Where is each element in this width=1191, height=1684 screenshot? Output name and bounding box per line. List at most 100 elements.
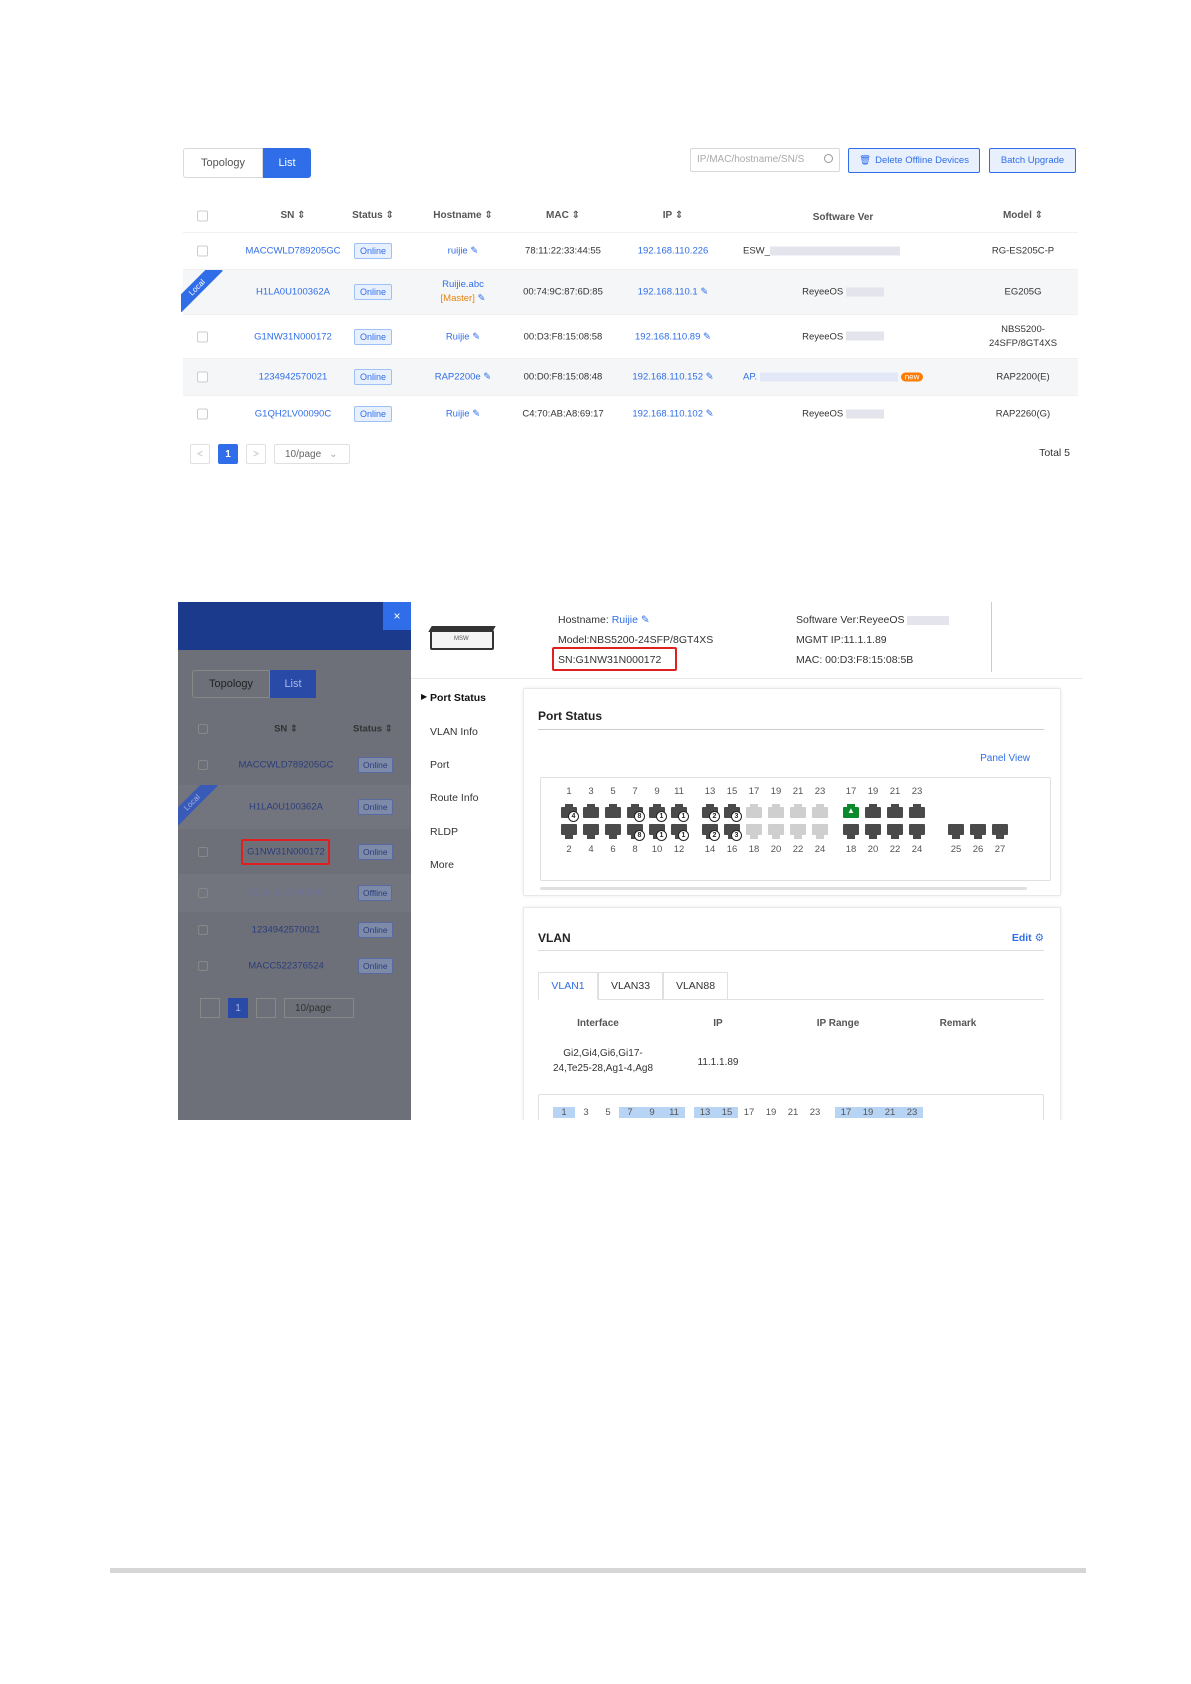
port-icon[interactable] [768, 804, 784, 818]
menu-more[interactable]: More [430, 859, 454, 871]
col-ip[interactable]: IP ⇕ [623, 210, 723, 221]
port-icon[interactable] [970, 824, 986, 839]
search-input[interactable]: IP/MAC/hostname/SN/S [690, 148, 840, 172]
vlan-port-number[interactable]: 3 [575, 1107, 597, 1118]
port-icon[interactable] [992, 824, 1008, 839]
hostname-link[interactable]: Ruijie ✎ [413, 409, 513, 420]
table-row[interactable]: MACC522376524 Online [178, 948, 411, 984]
ip-link[interactable]: 192.168.110.102 ✎ [623, 409, 723, 420]
select-all-checkbox[interactable] [197, 210, 208, 222]
vlan-port-number[interactable]: 17 [835, 1107, 857, 1118]
tab-vlan33[interactable]: VLAN33 [598, 972, 663, 1000]
port-icon[interactable] [812, 824, 828, 839]
menu-rldp[interactable]: RLDP [430, 826, 458, 838]
edit-icon[interactable]: ✎ [641, 614, 650, 626]
port-icon[interactable] [887, 824, 903, 839]
row-checkbox[interactable] [197, 371, 208, 383]
vlan-port-number[interactable]: 15 [716, 1107, 738, 1118]
port-icon[interactable]: ▲ [843, 804, 859, 818]
port-icon[interactable] [583, 824, 599, 839]
vlan-port-number[interactable]: 17 [738, 1107, 760, 1118]
ip-link[interactable]: 192.168.110.89 ✎ [623, 331, 723, 342]
ip-link[interactable]: 192.168.110.226 [623, 246, 723, 257]
vlan-port-number[interactable]: 23 [901, 1107, 923, 1118]
port-icon[interactable] [790, 804, 806, 818]
table-row[interactable]: G1QH2LV00090C Online Ruijie ✎ C4:70:AB:A… [183, 395, 1078, 432]
next-page-button[interactable]: > [246, 444, 266, 464]
port-icon[interactable] [887, 804, 903, 818]
tab-topology[interactable]: Topology [183, 148, 263, 178]
vlan-port-number[interactable]: 1 [553, 1107, 575, 1118]
vlan-port-number[interactable]: 21 [879, 1107, 901, 1118]
port-icon[interactable] [909, 824, 925, 839]
scrollbar[interactable] [540, 887, 1027, 890]
prev-page-button[interactable]: < [190, 444, 210, 464]
row-checkbox[interactable] [197, 331, 208, 342]
menu-port[interactable]: Port [430, 759, 449, 771]
page-1-button[interactable]: 1 [218, 444, 238, 464]
col-model[interactable]: Model ⇕ [973, 210, 1073, 221]
hostname-link[interactable]: Ruijie ✎ [413, 331, 513, 342]
hostname-cell[interactable]: Ruijie.abc [Master] ✎ [413, 278, 513, 306]
vlan-port-number[interactable]: 5 [597, 1107, 619, 1118]
close-icon[interactable]: × [383, 602, 411, 630]
panel-view-link[interactable]: Panel View [980, 753, 1030, 764]
vlan-port-number[interactable]: 23 [804, 1107, 826, 1118]
batch-upgrade-button[interactable]: Batch Upgrade [989, 148, 1076, 173]
port-icon[interactable] [768, 824, 784, 839]
tab-list[interactable]: List [263, 148, 311, 178]
vlan-port-number[interactable]: 13 [694, 1107, 716, 1118]
port-icon[interactable] [561, 824, 577, 839]
port-icon[interactable] [812, 804, 828, 818]
menu-vlan-info[interactable]: VLAN Info [430, 726, 478, 738]
tab-topology[interactable]: Topology [192, 670, 270, 698]
port-icon[interactable] [746, 804, 762, 818]
table-row[interactable]: Local H1LA0U100362A Online Ruijie.abc [M… [181, 269, 1078, 314]
port-icon[interactable] [746, 824, 762, 839]
port-icon[interactable] [583, 804, 599, 818]
page-size-select[interactable]: 10/page ⌄ [274, 444, 350, 464]
delete-offline-button[interactable]: 🗑 Delete Offline Devices [848, 148, 980, 173]
tab-vlan1[interactable]: VLAN1 [538, 972, 598, 1000]
col-hostname[interactable]: Hostname ⇕ [413, 210, 513, 221]
vlan-port-number[interactable]: 9 [641, 1107, 663, 1118]
vlan-port-number[interactable]: 11 [663, 1107, 685, 1118]
port-icon[interactable] [865, 824, 881, 839]
port-icon[interactable] [909, 804, 925, 818]
col-status[interactable]: Status ⇕ [333, 210, 413, 221]
port-icon[interactable] [843, 824, 859, 839]
table-row[interactable]: 1234942570021 Online [178, 912, 411, 948]
port-icon[interactable] [790, 824, 806, 839]
table-row[interactable]: G1QH2LV00090C Offline [178, 874, 411, 912]
page-1-button[interactable]: 1 [228, 998, 248, 1018]
hostname-link[interactable]: RAP2200e ✎ [413, 372, 513, 383]
ip-link[interactable]: 192.168.110.152 ✎ [623, 372, 723, 383]
port-icon[interactable] [605, 824, 621, 839]
edit-button[interactable]: Edit ⚙ [1012, 932, 1044, 944]
select-all-checkbox[interactable] [198, 724, 208, 734]
table-row[interactable]: MACCWLD789205GC Online [178, 747, 411, 783]
next-page-button[interactable] [256, 998, 276, 1018]
page-size-select[interactable]: 10/page [284, 998, 354, 1018]
row-checkbox[interactable] [197, 408, 208, 420]
col-sn[interactable]: SN ⇕ [248, 210, 338, 221]
vlan-port-number[interactable]: 21 [782, 1107, 804, 1118]
table-row[interactable]: Local H1LA0U100362A Online [178, 785, 411, 829]
hostname-link[interactable]: ruijie ✎ [413, 246, 513, 257]
row-checkbox[interactable] [197, 245, 208, 257]
menu-route-info[interactable]: Route Info [430, 792, 478, 804]
tab-list[interactable]: List [270, 670, 316, 698]
tab-vlan88[interactable]: VLAN88 [663, 972, 728, 1000]
table-row[interactable]: G1NW31N000172 Online Ruijie ✎ 00:D3:F8:1… [183, 314, 1078, 358]
vlan-port-number[interactable]: 7 [619, 1107, 641, 1118]
port-icon[interactable] [605, 804, 621, 818]
port-icon[interactable] [865, 804, 881, 818]
col-mac[interactable]: MAC ⇕ [518, 210, 608, 221]
menu-port-status[interactable]: ▶ Port Status [421, 692, 486, 704]
port-icon[interactable] [948, 824, 964, 839]
vlan-port-number[interactable]: 19 [760, 1107, 782, 1118]
prev-page-button[interactable] [200, 998, 220, 1018]
hostname-link[interactable]: Ruijie [612, 614, 638, 626]
vlan-port-number[interactable]: 19 [857, 1107, 879, 1118]
ip-link[interactable]: 192.168.110.1 ✎ [623, 287, 723, 298]
